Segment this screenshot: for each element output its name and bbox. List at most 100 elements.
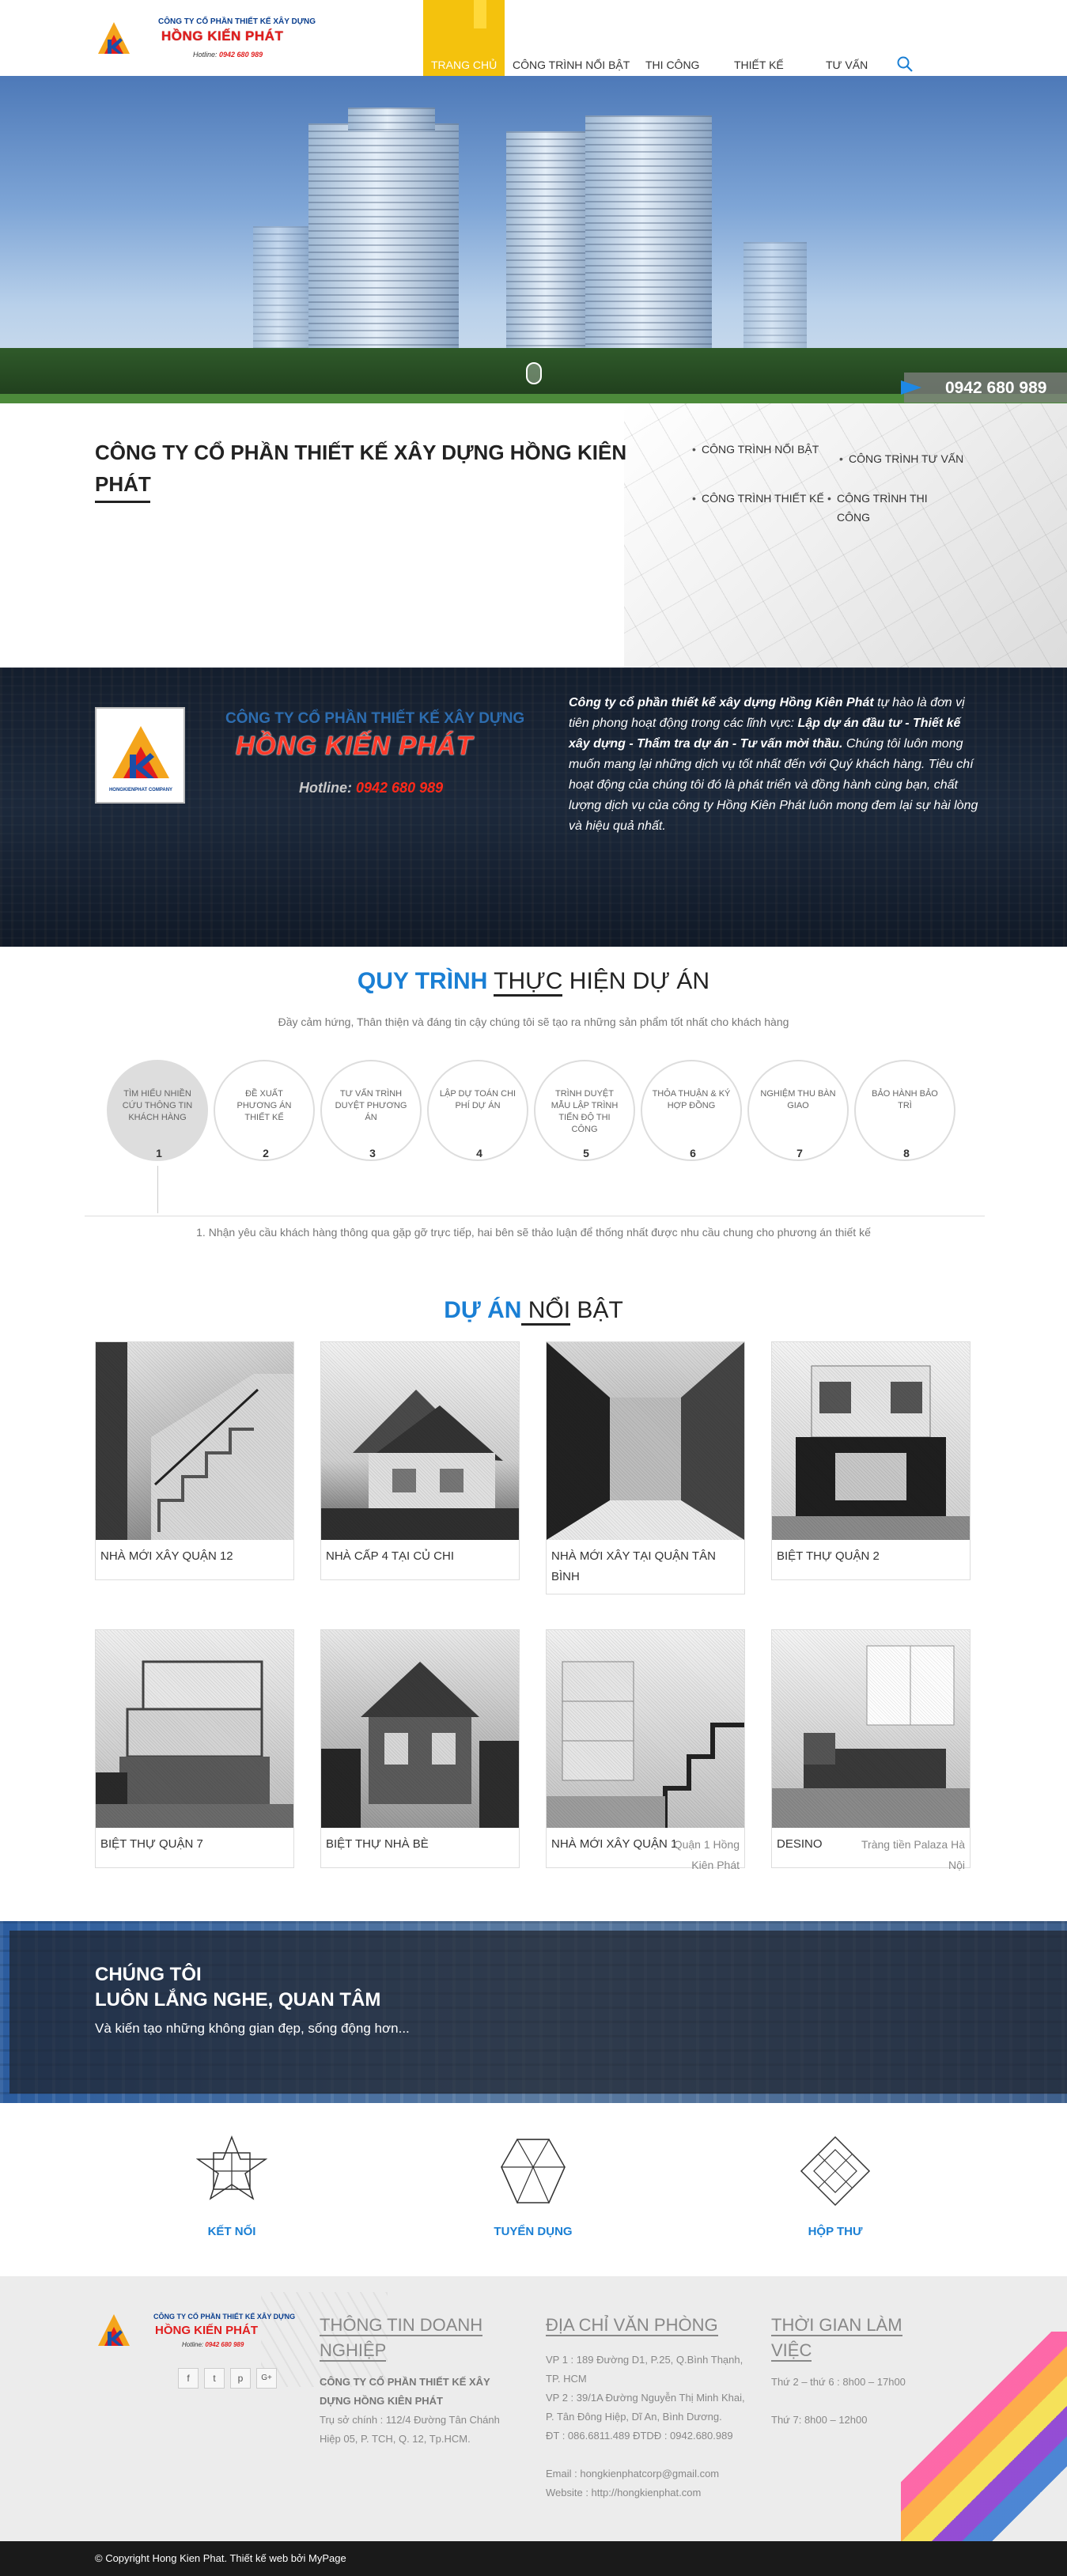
- project-caption[interactable]: BIỆT THỰ QUẬN 2: [772, 1540, 970, 1579]
- staircase-image-icon: [96, 1342, 293, 1540]
- company-description: Công ty cổ phần thiết kế xây dựng Hồng K…: [569, 693, 980, 837]
- nav-tu-van[interactable]: TƯ VẤN: [826, 59, 868, 71]
- copyright-text: © Copyright Hong Kien Phat. Thiết kế web…: [95, 2552, 346, 2564]
- footer-email[interactable]: Email : hongkienphatcorp@gmail.com: [546, 2464, 751, 2483]
- connect-item[interactable]: TUYỂN DỤNG: [454, 2135, 612, 2238]
- footer-hotline-label: Hotline:: [182, 2341, 204, 2348]
- footer-col-title: ĐỊA CHỈ VĂN PHÒNG: [546, 2313, 751, 2338]
- nav-thi-cong[interactable]: THI CÔNG: [645, 59, 699, 71]
- project-caption[interactable]: NHÀ CẤP 4 TẠI CỦ CHI: [321, 1540, 519, 1579]
- phone-arrow-icon: [901, 380, 921, 395]
- service-link[interactable]: CÔNG TRÌNH TƯ VẤN: [839, 449, 975, 468]
- project-caption-location: Tràng tiền Palaza Hà Nội: [861, 1838, 965, 1871]
- logo-hotline-label: Hotline:: [193, 51, 218, 59]
- process-step[interactable]: TRÌNH DUYỆT MẪU LẬP TRÌNH TIẾN ĐỘ THI CÔ…: [534, 1060, 635, 1161]
- project-image[interactable]: [772, 1342, 970, 1540]
- site-footer: CÔNG TY CỔ PHẦN THIẾT KẾ XÂY DỰNG HỒNG K…: [0, 2276, 1067, 2541]
- project-caption[interactable]: NHÀ MỚI XÂY QUẬN 12: [96, 1540, 293, 1579]
- project-image[interactable]: [96, 1630, 293, 1828]
- house-image-icon: [321, 1390, 519, 1540]
- service-link[interactable]: CÔNG TRÌNH THI CÔNG: [827, 489, 963, 527]
- connect-item[interactable]: KẾT NỐI: [153, 2135, 311, 2238]
- pinterest-icon[interactable]: p: [230, 2368, 251, 2389]
- project-card[interactable]: NHÀ MỚI XÂY QUẬN 1 Quận 1 Hồng Kiên Phát: [546, 1629, 745, 1871]
- footer-company-name: CÔNG TY CỔ PHẦN THIẾT KẾ XÂY DỰNG HỒNG K…: [320, 2376, 490, 2407]
- step-number: 1: [156, 1147, 162, 1159]
- company-band: HONGKIENPHAT COMPANY CÔNG TY CỔ PHẦN THI…: [0, 668, 1067, 947]
- listen-subtitle: Và kiến tạo những không gian đẹp, sống đ…: [95, 2021, 410, 2036]
- project-image[interactable]: [772, 1630, 970, 1828]
- project-caption[interactable]: NHÀ MỚI XÂY TẠI QUẬN TÂN BÌNH: [547, 1540, 744, 1594]
- project-card[interactable]: BIỆT THỰ QUẬN 7: [95, 1629, 294, 1868]
- project-caption[interactable]: DESINO Tràng tiền Palaza Hà Nội: [772, 1828, 970, 1871]
- project-image[interactable]: [321, 1342, 519, 1540]
- listen-heading-line-1: CHÚNG TÔI: [95, 1964, 202, 1985]
- step-number: 4: [476, 1147, 482, 1159]
- facebook-icon[interactable]: f: [178, 2368, 199, 2389]
- step-number: 5: [583, 1147, 589, 1159]
- copyright-bar: © Copyright Hong Kien Phat. Thiết kế web…: [0, 2541, 1067, 2576]
- connect-label[interactable]: KẾT NỐI: [153, 2225, 311, 2238]
- footer-logo-hotline: Hotline: 0942 680 989: [182, 2341, 244, 2348]
- project-image[interactable]: [321, 1630, 519, 1828]
- villa-image-icon: [772, 1365, 970, 1540]
- search-icon[interactable]: [896, 55, 914, 73]
- step-label: TRÌNH DUYỆT MẪU LẬP TRÌNH TIẾN ĐỘ THI CÔ…: [551, 1089, 619, 1134]
- nav-trang-chu[interactable]: TRANG CHỦ: [423, 0, 505, 76]
- process-step[interactable]: TÌM HIỂU NHIỀN CỨU THÔNG TIN KHÁCH HÀNG …: [107, 1060, 208, 1161]
- footer-phone: ĐT : 086.6811.489 ĐTDĐ : 0942.680.989: [546, 2430, 733, 2442]
- step-label: BẢO HÀNH BẢO TRÌ: [872, 1089, 938, 1110]
- process-step[interactable]: THỎA THUẬN & KÝ HỢP ĐỒNG 6: [641, 1060, 742, 1161]
- project-caption[interactable]: NHÀ MỚI XÂY QUẬN 1 Quận 1 Hồng Kiên Phát: [547, 1828, 744, 1871]
- project-card[interactable]: BIỆT THỰ QUẬN 2: [771, 1341, 971, 1580]
- process-title: QUY TRÌNH THỰC HIỆN DỰ ÁN: [0, 968, 1067, 997]
- logo-brand-name: HỒNG KIẾN PHÁT: [161, 28, 284, 44]
- footer-website[interactable]: Website : http://hongkienphat.com: [546, 2483, 751, 2502]
- slider-scroll-indicator[interactable]: [526, 362, 542, 384]
- intro-polygon-background: [624, 403, 1067, 668]
- project-card[interactable]: NHÀ MỚI XÂY TẠI QUẬN TÂN BÌNH: [546, 1341, 745, 1594]
- step-number: 3: [369, 1147, 376, 1159]
- project-card[interactable]: NHÀ CẤP 4 TẠI CỦ CHI: [320, 1341, 520, 1580]
- process-step[interactable]: ĐỀ XUẤT PHƯƠNG ÁN THIẾT KẾ 2: [214, 1060, 315, 1161]
- project-caption[interactable]: BIỆT THỰ NHÀ BÈ: [321, 1828, 519, 1867]
- site-header: CÔNG TY CỔ PHẦN THIẾT KẾ XÂY DỰNG HỒNG K…: [0, 0, 1067, 76]
- service-link[interactable]: CÔNG TRÌNH NỔI BẬT: [692, 440, 828, 459]
- footer-col-title: THỜI GIAN LÀM VIỆC: [771, 2313, 906, 2363]
- intro-title-underline: [95, 501, 150, 503]
- logo-hotline: Hotline: 0942 680 989: [193, 51, 263, 59]
- connect-item[interactable]: HỘP THƯ: [756, 2135, 914, 2238]
- star-geometric-icon: [195, 2135, 268, 2200]
- company-hotline: Hotline: 0942 680 989: [299, 780, 443, 796]
- footer-col-title-text: ĐỊA CHỈ VĂN PHÒNG: [546, 2315, 718, 2336]
- project-image[interactable]: [547, 1630, 744, 1828]
- hero-building-right: [585, 115, 712, 361]
- nav-cong-trinh-noi-bat[interactable]: CÔNG TRÌNH NỔI BẬT: [513, 59, 630, 71]
- logo-company-name: CÔNG TY CỔ PHẦN THIẾT KẾ XÂY DỰNG: [158, 17, 316, 26]
- project-card[interactable]: NHÀ MỚI XÂY QUẬN 12: [95, 1341, 294, 1580]
- project-caption[interactable]: BIỆT THỰ QUẬN 7: [96, 1828, 293, 1867]
- project-card[interactable]: BIỆT THỰ NHÀ BÈ: [320, 1629, 520, 1868]
- site-logo[interactable]: CÔNG TY CỔ PHẦN THIẾT KẾ XÂY DỰNG HỒNG K…: [95, 16, 316, 65]
- google-plus-icon[interactable]: G+: [256, 2368, 277, 2389]
- process-connector: [157, 1166, 158, 1213]
- connect-label[interactable]: HỘP THƯ: [756, 2225, 914, 2238]
- project-image[interactable]: [547, 1342, 744, 1540]
- hero-phone-badge[interactable]: 0942 680 989: [901, 373, 1067, 403]
- footer-col-title: THÔNG TIN DOANH NGHIỆP: [320, 2313, 517, 2363]
- process-step[interactable]: BẢO HÀNH BẢO TRÌ 8: [854, 1060, 955, 1161]
- process-step[interactable]: LẬP DỰ TOÁN CHI PHÍ DỰ ÁN 4: [427, 1060, 528, 1161]
- twitter-icon[interactable]: t: [204, 2368, 225, 2389]
- nav-thiet-ke[interactable]: THIẾT KẾ: [734, 59, 784, 71]
- footer-logo-brand: HỒNG KIẾN PHÁT: [155, 2324, 259, 2337]
- project-card[interactable]: DESINO Tràng tiền Palaza Hà Nội: [771, 1629, 971, 1871]
- process-step[interactable]: TƯ VẤN TRÌNH DUYỆT PHƯƠNG ÁN 3: [320, 1060, 422, 1161]
- connect-label[interactable]: TUYỂN DỤNG: [454, 2225, 612, 2238]
- service-link[interactable]: CÔNG TRÌNH THIẾT KẾ: [692, 489, 828, 508]
- footer-hotline-number: 0942 680 989: [205, 2341, 244, 2348]
- project-image[interactable]: [96, 1342, 293, 1540]
- process-step[interactable]: NGHIỆM THU BÀN GIAO 7: [747, 1060, 849, 1161]
- footer-logo[interactable]: CÔNG TY CỔ PHẦN THIẾT KẾ XÂY DỰNG HỒNG K…: [95, 2311, 295, 2358]
- projects-title-c: BẬT: [570, 1297, 623, 1323]
- process-title-b: THỰC: [494, 968, 563, 997]
